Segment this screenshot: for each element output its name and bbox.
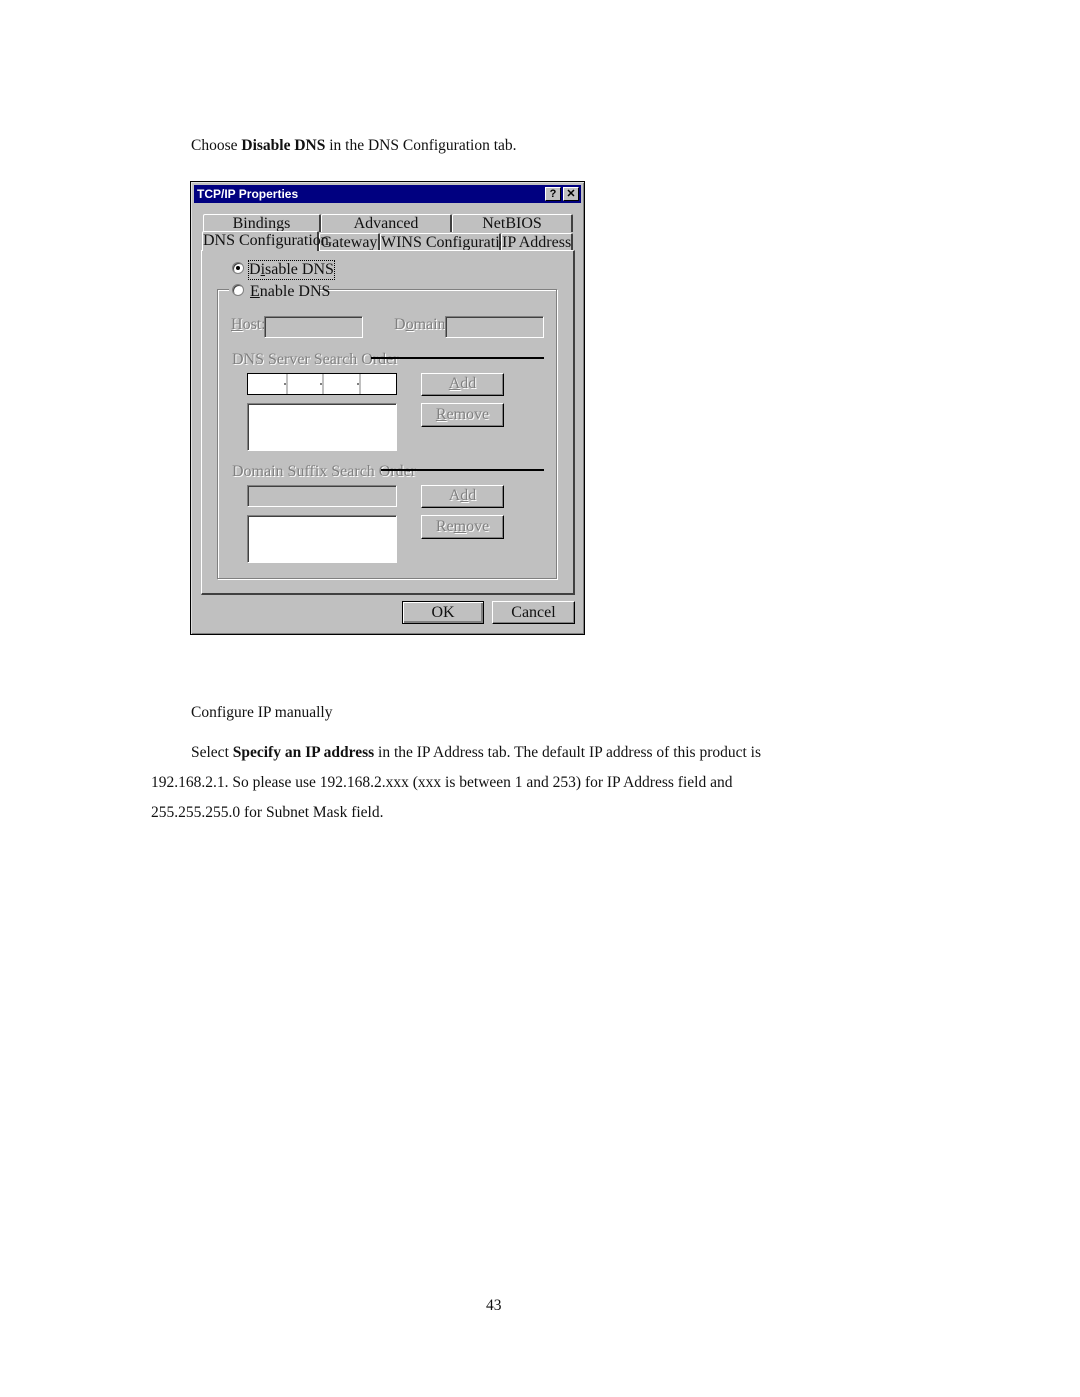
intro-prefix: Choose [191,137,242,154]
intro-suffix: in the DNS Configuration tab. [325,137,517,154]
dns-add-button[interactable]: Add [421,373,504,396]
tab-advanced[interactable]: Advanced [321,214,452,232]
dns-remove-accel: R [435,406,447,423]
host-text: ost: [242,316,266,333]
tab-advanced-label: Advanced [353,215,419,232]
ip-octet-divider [359,374,361,394]
dns-remove-text: emove [446,406,490,423]
domain-suffix-list[interactable] [247,515,397,563]
enable-dns-radio[interactable] [232,284,244,296]
dns-server-ip-input[interactable] [247,373,397,395]
enable-dns-label[interactable]: Enable DNS [250,283,330,301]
suffix-add-button[interactable]: Add [421,485,504,508]
dns-server-separator [371,357,544,359]
body-line-1-bold: Specify an IP address [232,744,375,761]
body-line-1: Select Specify an IP address in the IP A… [191,745,761,761]
domain-suffix-input[interactable] [247,485,397,507]
host-accel: H [231,316,243,333]
domain-text-1: D [394,316,406,333]
suffix-remove-text-2: ove [466,518,490,535]
tab-netbios-label: NetBIOS [482,215,542,232]
disable-dns-text-2: sable DNS [265,261,334,278]
title-bar[interactable]: TCP/IP Properties ? ✕ [194,185,581,203]
domain-accel: o [405,316,414,333]
tab-netbios[interactable]: NetBIOS [452,214,573,232]
body-line-3: 255.255.255.0 for Subnet Mask field. [151,804,384,821]
ip-octet-divider [322,374,324,394]
help-icon: ? [549,188,557,200]
body-line-1-suffix: in the IP Address tab. The default IP ad… [374,744,762,761]
dialog-title: TCP/IP Properties [197,187,299,201]
suffix-remove-text-1: Re [435,518,454,535]
section-heading: Configure IP manually [191,704,333,721]
close-icon: ✕ [566,188,576,200]
dns-add-text: dd [460,375,477,392]
disable-dns-label[interactable]: Disable DNS [248,260,335,280]
tab-dns-configuration-label: DNS Configuration [203,232,329,249]
cancel-label: Cancel [511,604,556,621]
tab-ip-address[interactable]: IP Address [501,233,573,251]
cancel-button[interactable]: Cancel [492,601,575,624]
ip-octet-divider [286,374,288,394]
tab-ip-address-label: IP Address [502,234,572,251]
tab-wins-configuration[interactable]: WINS Configuration [380,233,516,251]
dns-server-list[interactable] [247,403,397,451]
radio-selected-dot [236,266,240,270]
suffix-add-text-1: A [448,487,461,504]
tab-dns-configuration[interactable]: DNS Configuration [202,231,329,251]
tab-bindings-label: Bindings [232,215,291,232]
tab-bindings[interactable]: Bindings [203,214,321,232]
intro-instruction: Choose Disable DNS in the DNS Configurat… [191,138,517,154]
help-button[interactable]: ? [545,187,561,201]
host-label: Host: [231,316,266,334]
host-input[interactable] [264,316,363,338]
dns-server-search-order-label: DNS Server Search Order [232,351,399,368]
disable-dns-radio[interactable] [232,262,244,274]
suffix-remove-button[interactable]: Remove [421,515,504,539]
disable-dns-text-1: D [249,261,261,278]
tab-wins-configuration-label: WINS Configuration [381,234,516,251]
domain-suffix-separator [381,469,544,471]
ok-label: OK [431,604,455,621]
dns-remove-button[interactable]: Remove [421,403,504,427]
enable-dns-accel: E [250,283,260,300]
dns-add-accel: A [448,375,461,392]
enable-dns-text: nable DNS [259,283,331,300]
tab-gateway-label: Gateway [320,234,378,251]
intro-bold: Disable DNS [241,137,326,154]
close-button[interactable]: ✕ [563,187,579,201]
domain-input[interactable] [445,316,544,338]
domain-suffix-search-order-label: Domain Suffix Search Order [232,463,417,480]
domain-label: Domain: [394,316,450,334]
page-number: 43 [486,1297,502,1314]
body-line-1-prefix: Select [191,744,233,761]
body-line-2: 192.168.2.1. So please use 192.168.2.xxx… [151,774,733,791]
suffix-add-text-2: d [468,487,477,504]
ok-button[interactable]: OK [402,601,484,624]
suffix-remove-accel: m [453,518,467,535]
